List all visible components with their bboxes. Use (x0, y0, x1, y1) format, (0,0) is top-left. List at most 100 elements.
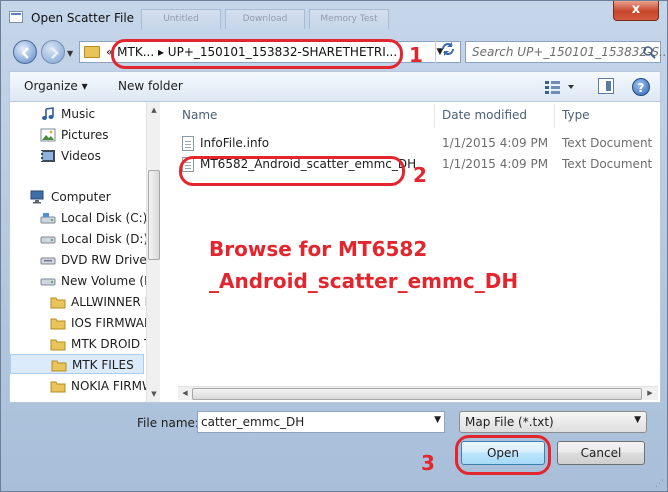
back-button[interactable] (13, 40, 37, 64)
background-tabs: Untitled Download Memory Test (141, 9, 389, 31)
videos-icon (41, 150, 55, 162)
sidebar-item-label: Local Disk (D:) (61, 232, 149, 246)
annotation-circle-open (455, 435, 551, 475)
sidebar-item-folder[interactable]: NOKIA FIRMW (50, 376, 154, 396)
scrollbar-thumb[interactable] (192, 388, 642, 400)
column-header-type[interactable]: Type (562, 108, 590, 122)
scroll-down-arrow-icon[interactable]: ▼ (148, 388, 160, 400)
scroll-up-arrow-icon[interactable]: ▲ (148, 104, 160, 116)
dvd-icon (40, 257, 56, 265)
search-icon[interactable] (642, 45, 656, 59)
file-date-modified: 1/1/2015 4:09 PM (442, 157, 549, 171)
recent-pages-dropdown[interactable]: ▼ (67, 49, 73, 58)
file-name-field[interactable]: catter_emmc_DH ▼ (197, 411, 445, 433)
annotation-circle-file (179, 156, 405, 186)
sidebar-item-label: Computer (51, 190, 111, 204)
sidebar-item-label: NOKIA FIRMW (71, 379, 154, 393)
refresh-icon (441, 42, 454, 56)
sidebar-item-videos[interactable]: Videos (40, 146, 144, 166)
command-toolbar: Organize ▾ New folder ? (9, 71, 661, 101)
horizontal-scrollbar[interactable]: ◀ ▶ (178, 386, 658, 400)
resize-grip-icon[interactable]: ⋰ (655, 479, 664, 489)
file-type-filter-value: Map File (*.txt) (465, 415, 554, 429)
cancel-button[interactable]: Cancel (557, 441, 645, 465)
help-button[interactable]: ? (632, 78, 650, 96)
column-header-name[interactable]: Name (182, 108, 217, 122)
chevron-down-icon: ▼ (634, 415, 641, 425)
file-name: InfoFile.info (200, 136, 270, 150)
arrow-left-icon (21, 47, 29, 59)
background-tab: Memory Test (309, 9, 389, 29)
forward-button[interactable] (41, 40, 65, 64)
folder-icon (51, 360, 67, 372)
sidebar-item-local-disk-c[interactable]: Local Disk (C:) (40, 208, 148, 228)
pictures-icon (40, 128, 56, 142)
navigation-pane-scrollbar[interactable]: ▲ ▼ (146, 102, 160, 402)
folder-icon (50, 381, 66, 393)
search-input[interactable]: Search UP+_150101_153832-S... (472, 45, 668, 59)
sidebar-item-folder[interactable]: IOS FIRMWAR (50, 313, 152, 333)
open-scatter-file-dialog: Open Scatter File Untitled Download Memo… (0, 0, 668, 492)
sidebar-item-label: MTK FILES (72, 358, 134, 372)
folder-icon (50, 297, 66, 309)
annotation-number-3: 3 (421, 451, 435, 475)
title-bar: Open Scatter File Untitled Download Memo… (1, 1, 667, 35)
view-list-icon (545, 81, 574, 94)
drive-icon (40, 236, 56, 244)
window-app-icon (9, 11, 23, 23)
arrow-right-icon (51, 47, 59, 59)
sidebar-item-folder[interactable]: ALLWINNER F (50, 292, 151, 312)
column-separator[interactable] (434, 104, 435, 128)
scroll-left-arrow-icon[interactable]: ◀ (179, 387, 191, 399)
sidebar-item-dvd-rw-drive[interactable]: DVD RW Drive (I (40, 250, 159, 270)
annotation-number-2: 2 (413, 163, 427, 187)
annotation-circle-address (111, 39, 403, 69)
drive-icon (40, 278, 56, 286)
drive-icon (40, 213, 56, 224)
annotation-instruction-line-2: _Android_scatter_emmc_DH (209, 269, 519, 293)
change-view-button[interactable] (544, 79, 576, 98)
sidebar-item-computer[interactable]: Computer (30, 187, 144, 207)
sidebar-item-local-disk-d[interactable]: Local Disk (D:) (40, 229, 148, 249)
annotation-instruction-line-1: Browse for MT6582 (209, 237, 428, 261)
computer-icon (30, 190, 44, 204)
sidebar-item-new-volume-f[interactable]: New Volume (F: (40, 271, 154, 291)
scrollbar-thumb[interactable] (148, 170, 160, 260)
refresh-button[interactable] (435, 41, 459, 63)
file-type-filter-select[interactable]: Map File (*.txt) ▼ (459, 411, 647, 433)
file-name-dropdown-icon[interactable]: ▼ (434, 415, 441, 425)
sidebar-item-folder[interactable]: MTK DROID T (50, 334, 151, 354)
column-separator[interactable] (554, 104, 555, 128)
sidebar-item-label: Videos (61, 149, 101, 163)
search-box[interactable]: Search UP+_150101_153832-S... (465, 41, 668, 63)
annotation-number-1: 1 (409, 43, 423, 67)
music-icon (42, 107, 54, 120)
window-title: Open Scatter File (31, 11, 135, 25)
background-tab: Download (225, 9, 305, 29)
sidebar-item-label: New Volume (F: (61, 274, 155, 288)
sidebar-item-label: IOS FIRMWAR (71, 316, 153, 330)
file-name-label: File name: (137, 416, 199, 430)
sidebar-item-label: DVD RW Drive (I (61, 253, 159, 267)
sidebar-item-pictures[interactable]: Pictures (40, 125, 144, 145)
file-name-value[interactable]: catter_emmc_DH (201, 415, 304, 429)
sidebar-item-label: Music (61, 107, 96, 121)
new-folder-button[interactable]: New folder (118, 79, 183, 93)
sidebar-item-label: ALLWINNER F (71, 295, 152, 309)
background-tab: Untitled (141, 9, 221, 29)
sidebar-item-music[interactable]: Music (40, 104, 144, 124)
column-header-date-modified[interactable]: Date modified (442, 108, 527, 122)
preview-pane-button[interactable] (598, 78, 614, 94)
folder-icon (50, 318, 66, 330)
sidebar-item-label: Local Disk (C:) (61, 211, 148, 225)
scroll-right-arrow-icon[interactable]: ▶ (644, 387, 656, 399)
close-button[interactable]: x (613, 1, 659, 21)
organize-menu-button[interactable]: Organize ▾ (24, 79, 88, 93)
sidebar-item-mtk-files[interactable]: MTK FILES (10, 354, 144, 374)
navigation-pane: Music Pictures Videos Computer Local Dis… (10, 102, 160, 402)
text-file-icon (182, 136, 194, 151)
file-row[interactable]: InfoFile.info 1/1/2015 4:09 PM Text Docu… (178, 134, 658, 154)
sidebar-item-label: Pictures (61, 128, 109, 142)
sidebar-item-label: MTK DROID T (71, 337, 152, 351)
file-type: Text Document (562, 157, 653, 171)
